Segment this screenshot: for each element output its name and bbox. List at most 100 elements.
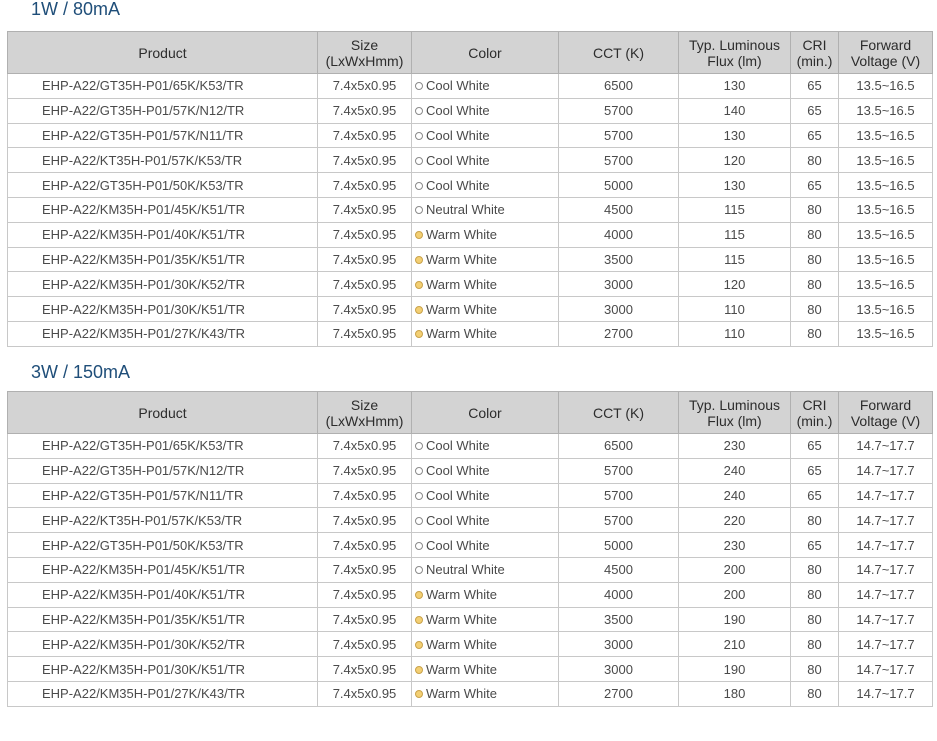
cell-forward-voltage: 13.5~16.5 <box>838 97 933 124</box>
table-row: EHP-A22/KT35H-P01/57K/K53/TR 7.4x5x0.95 Co… <box>7 507 933 534</box>
table-row: EHP-A22/KM35H-P01/35K/K51/TR 7.4x5x0.95 Wa… <box>7 606 933 633</box>
cell-size: 7.4x5x0.95 <box>317 482 412 509</box>
warm-color-dot-icon <box>415 690 423 699</box>
cell-product: EHP-A22/KM35H-P01/45K/K51/TR <box>7 196 318 223</box>
cell-cct: 4000 <box>558 581 679 608</box>
cell-forward-voltage: 13.5~16.5 <box>838 196 933 223</box>
cell-flux: 115 <box>678 246 791 273</box>
color-label: Warm White <box>426 326 498 342</box>
cell-flux: 130 <box>678 172 791 198</box>
cell-cri: 80 <box>790 296 839 322</box>
cell-flux: 130 <box>678 73 791 99</box>
cell-color: Warm White <box>411 320 559 347</box>
cell-product: EHP-A22/KM35H-P01/35K/K51/TR <box>7 246 318 273</box>
cell-color: Neutral White <box>411 556 559 583</box>
table-row: EHP-A22/GT35H-P01/50K/K53/TR 7.4x5x0.95 Co… <box>7 532 933 558</box>
cell-cri: 80 <box>790 147 839 174</box>
cool-color-dot-icon <box>415 131 423 140</box>
cell-flux: 110 <box>678 296 791 322</box>
cool-color-dot-icon <box>415 566 423 575</box>
warm-color-dot-icon <box>415 615 423 624</box>
cell-cri: 65 <box>790 122 839 149</box>
table-body: EHP-A22/GT35H-P01/65K/K53/TR 7.4x5x0.95 Co… <box>7 433 933 707</box>
cell-size: 7.4x5x0.95 <box>317 97 412 124</box>
color-label: Warm White <box>426 636 498 652</box>
cell-product: EHP-A22/KM35H-P01/35K/K51/TR <box>7 606 318 633</box>
cell-color: Cool White <box>411 532 559 558</box>
cell-forward-voltage: 14.7~17.7 <box>838 556 933 583</box>
cool-color-dot-icon <box>415 206 423 215</box>
color-label: Warm White <box>426 276 498 292</box>
cell-color: Cool White <box>411 433 559 459</box>
cell-cct: 5700 <box>558 97 679 124</box>
cell-forward-voltage: 14.7~17.7 <box>838 631 933 658</box>
warm-color-dot-icon <box>415 330 423 339</box>
cell-forward-voltage: 13.5~16.5 <box>838 172 933 198</box>
color-label: Warm White <box>426 661 498 677</box>
cell-cct: 4500 <box>558 556 679 583</box>
section-title-3w: 3W / 150mA <box>31 362 131 382</box>
cell-size: 7.4x5x0.95 <box>317 532 412 558</box>
cell-size: 7.4x5x0.95 <box>317 606 412 633</box>
header-vf-line2: Voltage (V) <box>850 412 921 429</box>
cell-flux: 140 <box>678 97 791 124</box>
cell-product: EHP-A22/GT35H-P01/50K/K53/TR <box>7 172 318 198</box>
cell-cct: 4500 <box>558 196 679 223</box>
cell-flux: 200 <box>678 556 791 583</box>
cell-product: EHP-A22/KM35H-P01/30K/K52/TR <box>7 631 318 658</box>
cell-cri: 80 <box>790 271 839 298</box>
cell-flux: 190 <box>678 656 791 682</box>
color-label: Cool White <box>426 438 490 454</box>
cell-product: EHP-A22/GT35H-P01/57K/N12/TR <box>7 97 318 124</box>
color-label: Cool White <box>426 103 490 119</box>
cell-size: 7.4x5x0.95 <box>317 433 412 459</box>
cell-size: 7.4x5x0.95 <box>317 581 412 608</box>
cell-color: Cool White <box>411 457 559 484</box>
cell-product: EHP-A22/KM35H-P01/40K/K51/TR <box>7 221 318 248</box>
header-product: Product <box>7 31 318 74</box>
cell-cri: 80 <box>790 606 839 633</box>
cell-flux: 115 <box>678 221 791 248</box>
cell-color: Cool White <box>411 482 559 509</box>
cell-flux: 230 <box>678 433 791 459</box>
cell-cri: 80 <box>790 581 839 608</box>
cell-cct: 3000 <box>558 271 679 298</box>
header-flux-line1: Typ. Luminous <box>688 36 781 53</box>
cell-cct: 2700 <box>558 320 679 347</box>
table-body: EHP-A22/GT35H-P01/65K/K53/TR 7.4x5x0.95 Co… <box>7 73 933 347</box>
cell-size: 7.4x5x0.95 <box>317 457 412 484</box>
cell-product: EHP-A22/GT35H-P01/57K/N11/TR <box>7 122 318 149</box>
header-vf-line1: Forward <box>859 36 912 53</box>
header-flux: Typ. Luminous Flux (lm) <box>678 31 791 74</box>
table-row: EHP-A22/KM35H-P01/30K/K51/TR 7.4x5x0.95 Wa… <box>7 296 933 322</box>
cell-product: EHP-A22/KM35H-P01/30K/K51/TR <box>7 656 318 682</box>
table-row: EHP-A22/KM35H-P01/35K/K51/TR 7.4x5x0.95 Wa… <box>7 246 933 273</box>
cell-cct: 5700 <box>558 122 679 149</box>
cell-cri: 80 <box>790 320 839 347</box>
color-label: Warm White <box>426 686 498 702</box>
warm-color-dot-icon <box>415 280 423 289</box>
header-cri-line2: (min.) <box>796 412 833 429</box>
cell-forward-voltage: 14.7~17.7 <box>838 482 933 509</box>
cell-forward-voltage: 13.5~16.5 <box>838 296 933 322</box>
header-cri: CRI (min.) <box>790 391 839 434</box>
header-cri-line2: (min.) <box>796 52 833 69</box>
cell-size: 7.4x5x0.95 <box>317 172 412 198</box>
cell-color: Warm White <box>411 606 559 633</box>
cell-cri: 65 <box>790 73 839 99</box>
cell-cri: 80 <box>790 656 839 682</box>
table-row: EHP-A22/KM35H-P01/27K/K43/TR 7.4x5x0.95 Wa… <box>7 680 933 707</box>
cell-cct: 5000 <box>558 532 679 558</box>
cell-cri: 80 <box>790 507 839 534</box>
cell-cct: 6500 <box>558 433 679 459</box>
cell-color: Warm White <box>411 271 559 298</box>
cell-product: EHP-A22/KM35H-P01/40K/K51/TR <box>7 581 318 608</box>
cool-color-dot-icon <box>415 442 423 451</box>
header-flux-line2: Flux (lm) <box>707 52 762 69</box>
cell-cri: 80 <box>790 221 839 248</box>
cell-cri: 65 <box>790 482 839 509</box>
cell-color: Cool White <box>411 122 559 149</box>
table-row: EHP-A22/GT35H-P01/65K/K53/TR 7.4x5x0.95 Co… <box>7 433 933 459</box>
cool-color-dot-icon <box>415 467 423 476</box>
cell-forward-voltage: 14.7~17.7 <box>838 680 933 707</box>
